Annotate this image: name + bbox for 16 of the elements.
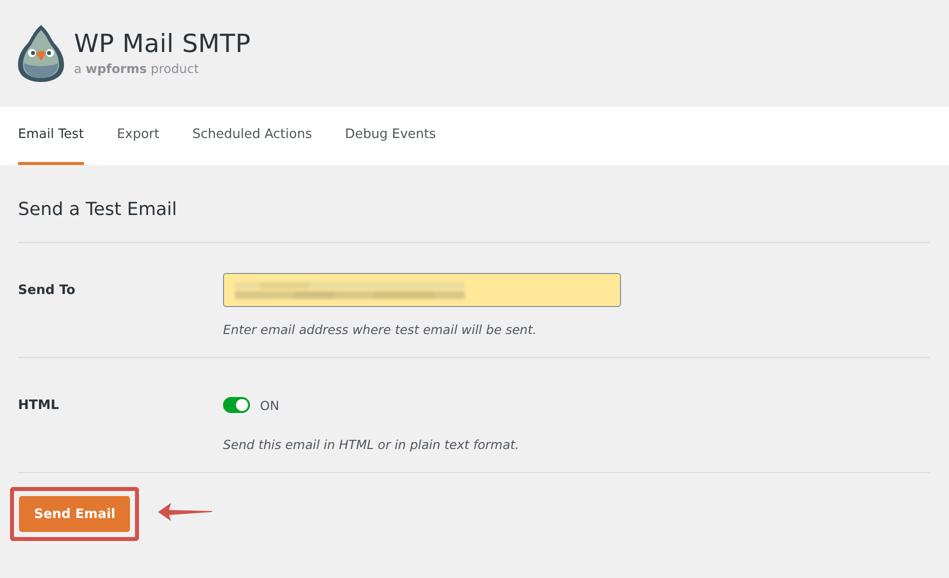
section-title: Send a Test Email [18, 165, 930, 243]
tab[interactable]: Export [116, 107, 160, 165]
help-text: Send this email in HTML or in plain text format. [223, 437, 520, 452]
field-label: HTML [18, 397, 60, 415]
annotation-arrow [157, 501, 214, 523]
app-title: WP Mail SMTP [74, 29, 251, 58]
tab[interactable]: Email Test [18, 107, 84, 165]
toggle-switch[interactable] [223, 397, 250, 413]
help-text: Enter email address where test email will be sent. [223, 322, 538, 337]
tab[interactable]: Debug Events [344, 107, 436, 165]
toggle-label: ON [260, 398, 280, 412]
email-field[interactable] [223, 273, 621, 307]
bird-logo-icon [16, 22, 66, 82]
tab[interactable]: Scheduled Actions [192, 107, 312, 165]
tagline: a wpforms product [74, 61, 200, 76]
field-label: Send To [18, 282, 76, 300]
